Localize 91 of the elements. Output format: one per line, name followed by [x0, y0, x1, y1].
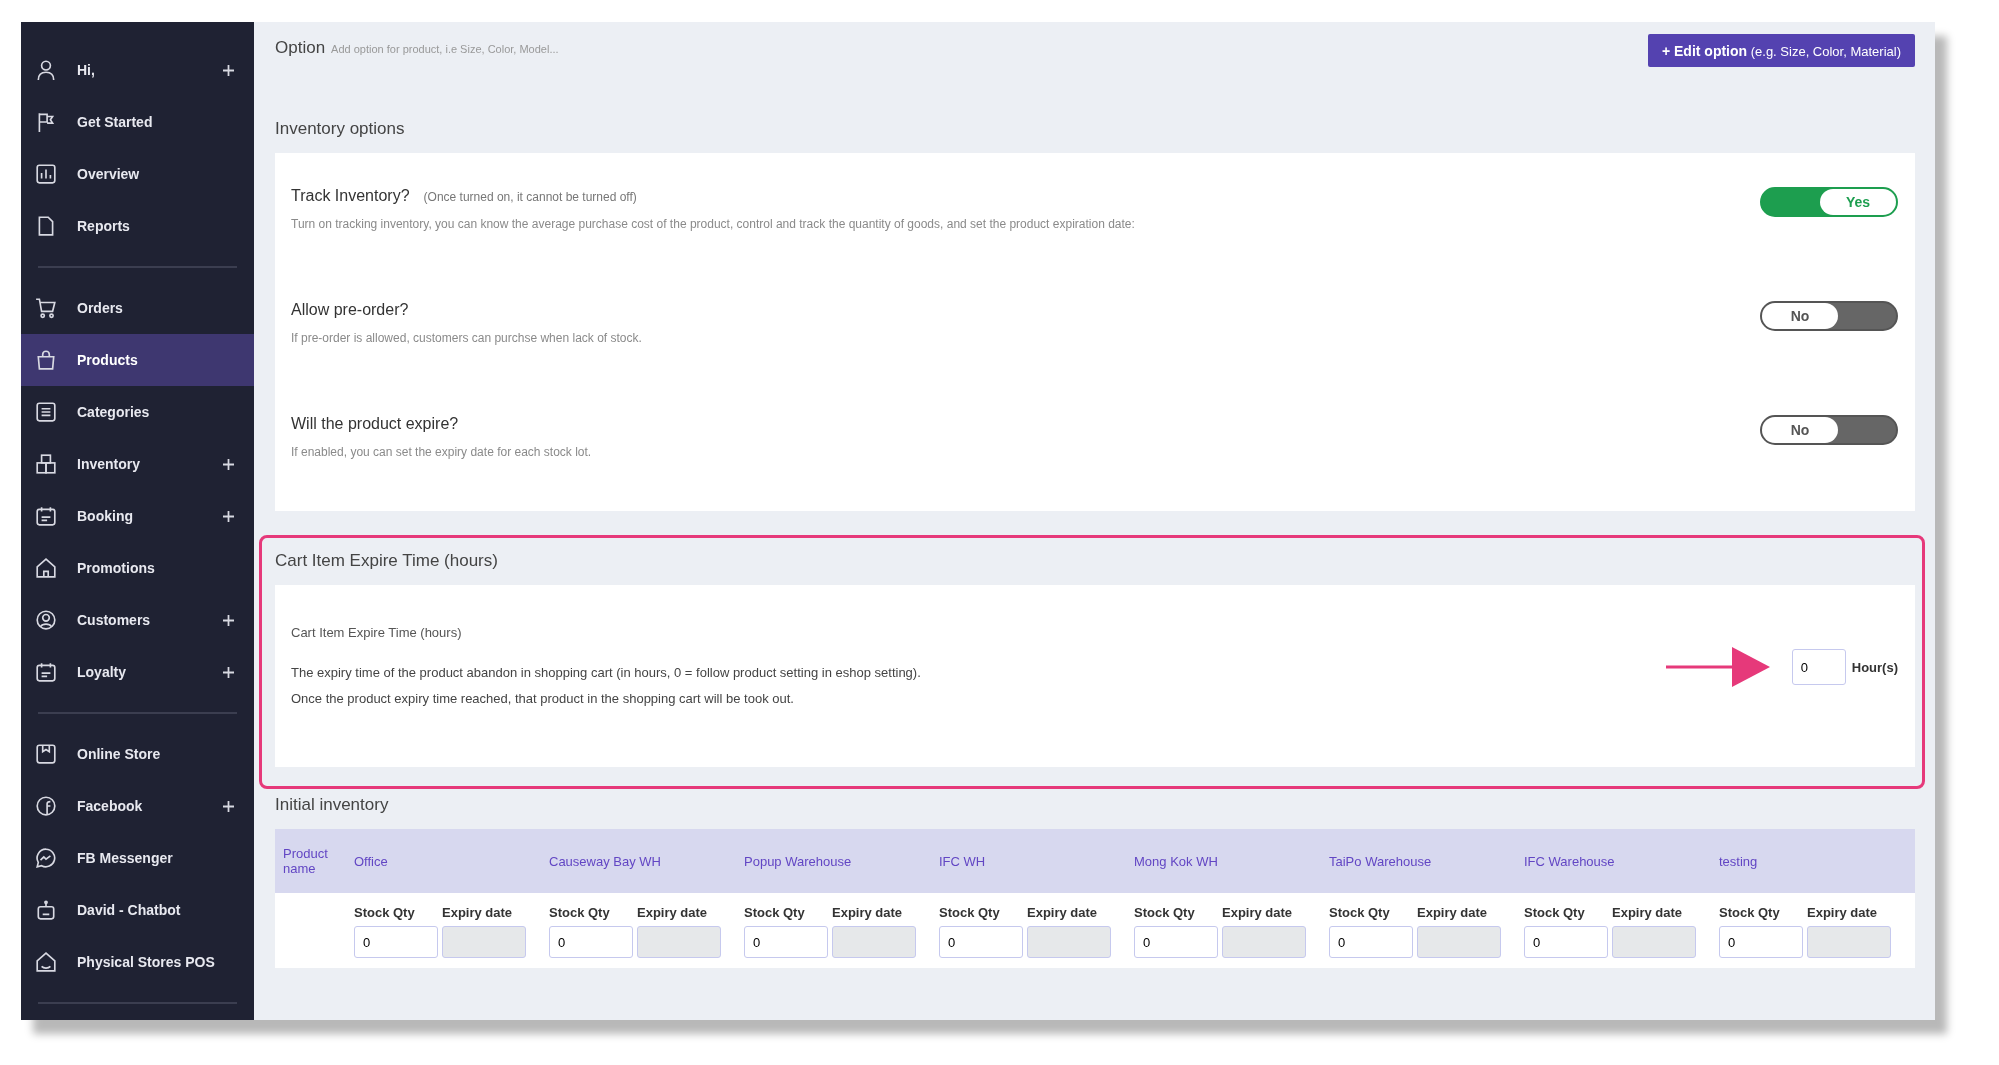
- stock-qty-input[interactable]: 0: [939, 926, 1023, 958]
- column-subheader: Stock Qty: [939, 905, 1001, 920]
- sidebar-item[interactable]: Inventory: [21, 438, 254, 490]
- plus-icon[interactable]: [223, 800, 234, 812]
- edit-option-button[interactable]: + Edit option (e.g. Size, Color, Material): [1647, 34, 1915, 67]
- list-icon: [35, 401, 57, 423]
- storefront-icon: [35, 743, 57, 765]
- column-subheader: Expiry date: [1807, 905, 1879, 920]
- stock-qty-input[interactable]: 0: [1719, 926, 1803, 958]
- stock-qty-input[interactable]: 0: [1524, 926, 1608, 958]
- section-title: Option: [275, 38, 326, 57]
- house-icon: [35, 557, 57, 579]
- column-subheader: Stock Qty: [1134, 905, 1196, 920]
- sidebar-item[interactable]: Online Store: [21, 728, 254, 780]
- column-subheader: Expiry date: [442, 905, 514, 920]
- stock-qty-input[interactable]: 0: [1134, 926, 1218, 958]
- hours-input[interactable]: 0: [1791, 649, 1846, 685]
- column-subheader: Expiry date: [1612, 905, 1684, 920]
- setting-description: Turn on tracking inventory, you can know the average purchase cost of the product, control and track the quantity of goods, and set the product expiration date:: [291, 217, 1135, 231]
- column-header: Office: [354, 853, 389, 869]
- user-circle-icon: [35, 609, 57, 631]
- house-icon: [35, 951, 57, 973]
- plus-icon[interactable]: [223, 64, 234, 76]
- setting-label: Track Inventory?: [291, 187, 410, 204]
- setting-description: If enabled, you can set the expiry date for each stock lot.: [291, 445, 592, 459]
- setting-description: If pre-order is allowed, customers can purchse when lack of stock.: [291, 331, 642, 345]
- chat-bubble-icon: [35, 847, 57, 869]
- bar-chart-icon: [35, 163, 57, 185]
- sidebar-item[interactable]: Promotions: [21, 542, 254, 594]
- sidebar-item[interactable]: Overview: [21, 148, 254, 200]
- column-header: Product name: [283, 846, 329, 876]
- sidebar-item[interactable]: FB Messenger: [21, 832, 254, 884]
- column-subheader: Stock Qty: [1329, 905, 1391, 920]
- setting-label: Will the product expire?: [291, 415, 459, 432]
- stock-qty-input[interactable]: 0: [744, 926, 828, 958]
- plus-icon[interactable]: [223, 510, 234, 522]
- stock-qty-input[interactable]: 0: [354, 926, 438, 958]
- sidebar-item[interactable]: Booking: [21, 490, 254, 542]
- sidebar-item[interactable]: Categories: [21, 386, 254, 438]
- column-header: IFC Warehouse: [1524, 853, 1616, 869]
- sidebar-item[interactable]: Reports: [21, 200, 254, 252]
- robot-icon: [35, 899, 57, 921]
- setting-label: Allow pre-order?: [291, 301, 409, 318]
- person-icon: [35, 59, 57, 81]
- column-subheader: Stock Qty: [1524, 905, 1586, 920]
- column-subheader: Expiry date: [637, 905, 709, 920]
- column-header: Causeway Bay WH: [549, 853, 662, 869]
- setting-description: The expiry time of the product abandon in shopping cart (in hours, 0 = follow product setting in eshop setting).: [291, 664, 921, 682]
- bag-icon: [35, 349, 57, 371]
- column-header: Popup Warehouse: [744, 853, 853, 869]
- column-subheader: Stock Qty: [354, 905, 416, 920]
- sidebar-item[interactable]: Hi,: [21, 44, 254, 96]
- calendar-icon: [35, 661, 57, 683]
- facebook-icon: [35, 795, 57, 817]
- column-header: TaiPo Warehouse: [1329, 853, 1433, 869]
- stock-qty-input[interactable]: 0: [549, 926, 633, 958]
- sidebar-item[interactable]: Get Started: [21, 96, 254, 148]
- calendar-icon: [35, 505, 57, 527]
- column-subheader: Stock Qty: [549, 905, 611, 920]
- setting-label: Cart Item Expire Time (hours): [291, 625, 463, 640]
- column-header: Mong Kok WH: [1134, 853, 1219, 869]
- plus-icon[interactable]: [223, 666, 234, 678]
- column-subheader: Stock Qty: [744, 905, 806, 920]
- sidebar-item[interactable]: Orders: [21, 282, 254, 334]
- section-title: Cart Item Expire Time (hours): [275, 550, 499, 572]
- column-header: testing: [1719, 853, 1759, 869]
- column-subheader: Stock Qty: [1719, 905, 1781, 920]
- plus-icon[interactable]: [223, 614, 234, 626]
- setting-description: Once the product expiry time reached, that product in the shopping cart will be took out.: [291, 690, 795, 708]
- column-subheader: Expiry date: [1417, 905, 1489, 920]
- sidebar-item[interactable]: David - Chatbot: [21, 884, 254, 936]
- sidebar-item[interactable]: Customers: [21, 594, 254, 646]
- section-title: Inventory options: [275, 118, 406, 140]
- sidebar-item[interactable]: Physical Stores POS: [21, 936, 254, 988]
- boxes-icon: [35, 453, 57, 475]
- plus-icon[interactable]: [223, 458, 234, 470]
- section-title: Initial inventory: [275, 794, 390, 816]
- toggle-switch[interactable]: No: [1760, 301, 1898, 331]
- sidebar-item[interactable]: Facebook: [21, 780, 254, 832]
- column-subheader: Expiry date: [832, 905, 904, 920]
- setting-note: (Once turned on, it cannot be turned off): [423, 190, 637, 204]
- unit-label: Hour(s): [1851, 659, 1898, 675]
- column-header: IFC WH: [939, 853, 987, 869]
- sidebar-item[interactable]: Products: [21, 334, 254, 386]
- sidebar-item[interactable]: Loyalty: [21, 646, 254, 698]
- hint-text: Add option for product, i.e Size, Color, Model...: [331, 43, 559, 55]
- stock-qty-input[interactable]: 0: [1329, 926, 1413, 958]
- column-subheader: Expiry date: [1222, 905, 1294, 920]
- column-subheader: Expiry date: [1027, 905, 1099, 920]
- cart-icon: [35, 297, 57, 319]
- toggle-switch[interactable]: No: [1760, 415, 1898, 445]
